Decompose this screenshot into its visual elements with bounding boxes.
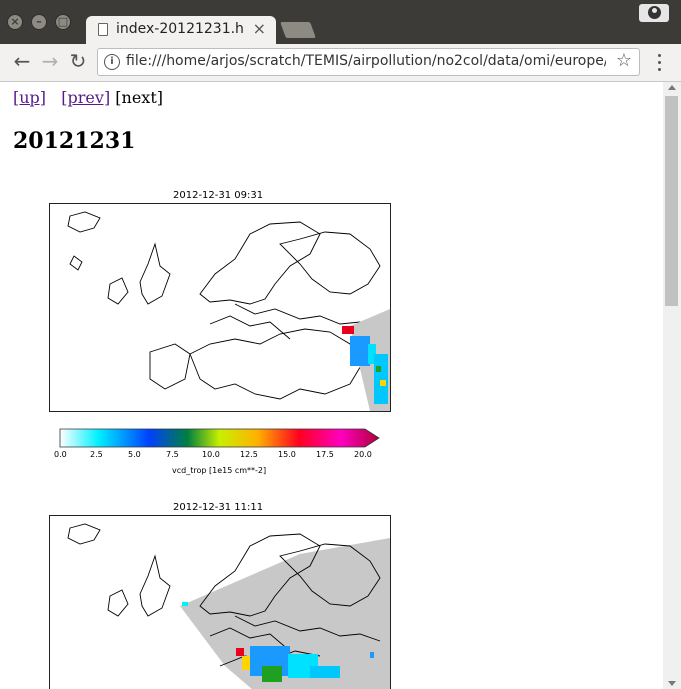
star-icon: ☆: [615, 50, 632, 71]
scrollbar-thumb[interactable]: [665, 96, 678, 306]
colorbar-tick: 12.5: [240, 450, 258, 459]
menu-icon: [658, 54, 661, 57]
title-bar: × – □ index-20121231.html ×: [0, 0, 681, 44]
europe-map: [49, 203, 391, 412]
map-drawing: [67, 523, 390, 689]
figure-title: 2012-12-31 09:31: [173, 190, 264, 201]
profile-icon: [648, 6, 661, 19]
colorbar-gradient: [59, 428, 380, 448]
menu-button[interactable]: [650, 50, 670, 74]
close-icon: ×: [10, 15, 20, 28]
address-bar[interactable]: i file:///home/arjos/scratch/TEMIS/airpo…: [97, 48, 640, 76]
back-arrow-icon: ←: [13, 49, 31, 73]
bookmark-star-button[interactable]: ☆: [616, 50, 632, 71]
maximize-icon: □: [57, 15, 69, 28]
colorbar-label: vcd_trop [1e15 cm**-2]: [172, 466, 267, 475]
colorbar-tick: 5.0: [128, 450, 141, 459]
browser-tab[interactable]: index-20121231.html ×: [86, 16, 276, 44]
figure-1: 2012-12-31 09:31 0.0 2.5 5.0 7.5 10.0 12…: [0, 190, 420, 480]
colorbar-tick: 15.0: [278, 450, 296, 459]
nav-links: [up] [prev] [next]: [13, 88, 163, 107]
scroll-up-icon[interactable]: [668, 85, 676, 90]
prev-link[interactable]: [prev]: [61, 88, 110, 107]
forward-arrow-icon: →: [41, 49, 59, 73]
tab-title: index-20121231.html: [116, 21, 244, 37]
browser-toolbar: ← → ↻ i file:///home/arjos/scratch/TEMIS…: [0, 44, 681, 82]
colorbar-tick: 20.0: [354, 450, 372, 459]
forward-button[interactable]: →: [38, 50, 62, 74]
colorbar-tick: 0.0: [54, 450, 67, 459]
colorbar: [59, 428, 384, 452]
page-heading: 20121231: [13, 128, 136, 154]
reload-icon: ↻: [69, 49, 87, 73]
figure-title: 2012-12-31 11:11: [173, 502, 264, 513]
minimize-icon: –: [36, 15, 42, 28]
url-text[interactable]: file:///home/arjos/scratch/TEMIS/airpoll…: [126, 53, 606, 69]
colorbar-tick: 10.0: [202, 450, 220, 459]
map-drawing: [67, 211, 390, 411]
minimize-window-button[interactable]: –: [31, 14, 47, 30]
figure-2: 2012-12-31 11:11: [0, 502, 420, 689]
colorbar-tick: 2.5: [90, 450, 103, 459]
next-text: [next]: [115, 88, 163, 107]
new-tab-button[interactable]: [280, 22, 316, 38]
colorbar-tick: 17.5: [316, 450, 334, 459]
scroll-down-icon[interactable]: [668, 681, 676, 686]
reload-button[interactable]: ↻: [66, 50, 90, 74]
close-window-button[interactable]: ×: [7, 14, 23, 30]
maximize-window-button[interactable]: □: [55, 14, 71, 30]
info-icon[interactable]: i: [104, 54, 120, 70]
page-content: [up] [prev] [next] 20121231 2012-12-31 0…: [0, 82, 663, 689]
profile-button[interactable]: [639, 4, 669, 22]
tab-close-button[interactable]: ×: [253, 19, 266, 38]
back-button[interactable]: ←: [10, 50, 34, 74]
browser-window: × – □ index-20121231.html × ← → ↻ i file…: [0, 0, 681, 689]
vertical-scrollbar[interactable]: [663, 82, 681, 689]
colorbar-tick: 7.5: [166, 450, 179, 459]
europe-map: [49, 515, 391, 689]
document-icon: [98, 23, 108, 36]
up-link[interactable]: [up]: [13, 88, 46, 107]
close-icon: ×: [252, 19, 266, 38]
